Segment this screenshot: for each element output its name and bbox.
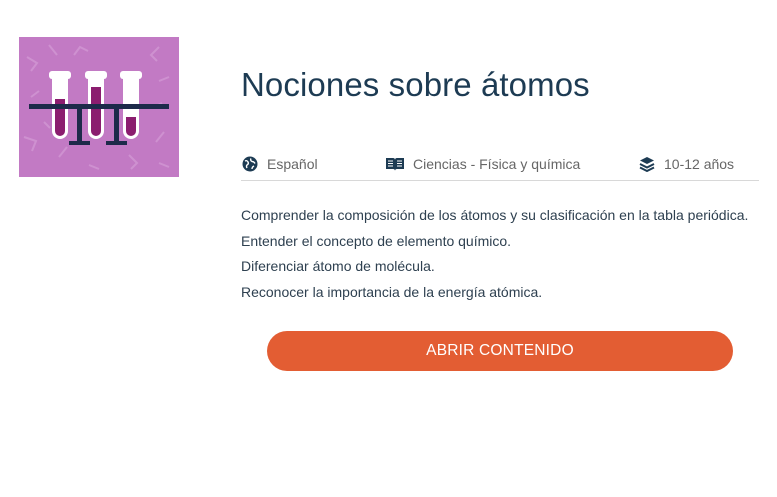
- course-card: Nociones sobre átomos Español Ciencias -…: [0, 0, 777, 497]
- meta-age-label: 10-12 años: [664, 156, 735, 172]
- layers-icon: [638, 155, 656, 173]
- objectives-list: Comprender la composición de los átomos …: [241, 203, 748, 305]
- meta-language-label: Español: [267, 156, 318, 172]
- objective-item: Diferenciar átomo de molécula.: [241, 258, 435, 274]
- meta-subject: Ciencias - Física y química: [385, 155, 580, 173]
- objective-item: Entender el concepto de elemento químico…: [241, 232, 512, 249]
- course-meta-bar: Español Ciencias - Física y química 10-1…: [241, 148, 759, 181]
- meta-subject-label: Ciencias - Física y química: [413, 156, 581, 172]
- meta-language: Español: [241, 155, 318, 173]
- test-tubes-icon: [23, 44, 170, 170]
- objective-item: Comprender la composición de los átomos …: [241, 207, 749, 223]
- course-thumbnail[interactable]: [19, 37, 179, 177]
- book-icon: [385, 155, 405, 173]
- course-title: Nociones sobre átomos: [241, 66, 590, 103]
- objective-item: Reconocer la importancia de la energía a…: [241, 283, 543, 300]
- meta-age: 10-12 años: [638, 155, 734, 173]
- open-content-button[interactable]: ABRIR CONTENIDO: [267, 331, 733, 371]
- globe-icon: [241, 155, 259, 173]
